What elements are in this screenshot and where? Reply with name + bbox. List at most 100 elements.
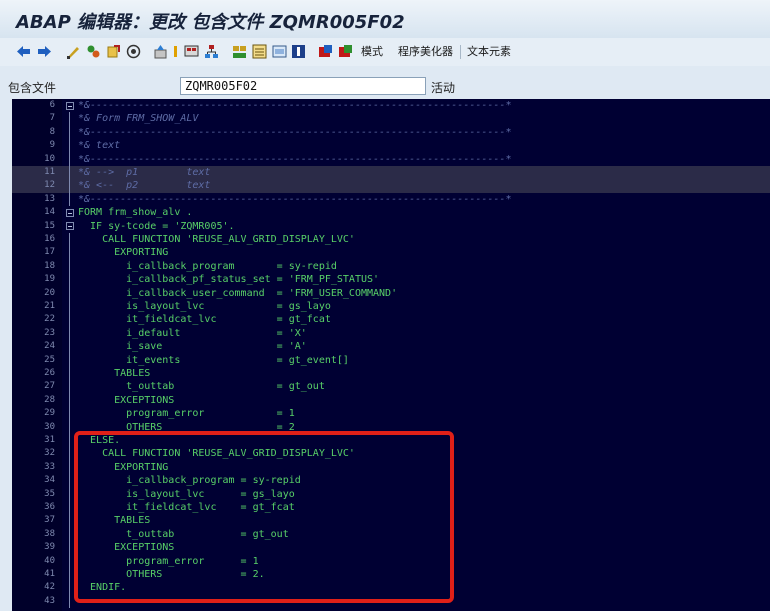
line-number: 41 [44, 569, 55, 579]
code-line: 20 i_callback_user_command = 'FRM_USER_C… [12, 287, 770, 300]
line-number: 16 [44, 234, 55, 244]
line-number: 10 [44, 153, 55, 164]
code-line: 23 i_default = 'X' [12, 327, 770, 340]
code-text: i_callback_program = sy-repid [78, 260, 337, 272]
code-line: 29 program_error = 1 [12, 407, 770, 420]
line-number: 36 [44, 502, 55, 512]
line-number: 24 [44, 341, 55, 352]
line-number: 12 [44, 180, 55, 191]
forward-arrow-icon[interactable] [37, 44, 52, 59]
line-number: 31 [44, 435, 55, 445]
line-number: 33 [44, 461, 55, 472]
include-field-row: 包含文件 ZQMR005F02 活动 [0, 66, 770, 98]
line-number: 18 [44, 260, 55, 271]
line-number: 38 [44, 528, 55, 539]
code-text: i_save = 'A' [78, 341, 307, 353]
line-number: 8 [49, 126, 55, 137]
code-line: 17 EXPORTING [12, 246, 770, 259]
line-number: 19 [44, 274, 55, 285]
back-arrow-icon[interactable] [16, 44, 31, 59]
code-line: 16 CALL FUNCTION 'REUSE_ALV_GRID_DISPLAY… [12, 233, 770, 246]
line-number: 26 [44, 368, 55, 378]
fold-toggle-icon[interactable] [66, 222, 74, 231]
line-number: 6 [49, 100, 55, 110]
code-line: 11 *& --> p1 text [12, 166, 770, 180]
line-number: 22 [44, 314, 55, 325]
code-line: 18 i_callback_program = sy-repid [12, 260, 770, 273]
highlight-box [74, 431, 454, 603]
fold-toggle-icon[interactable] [66, 101, 74, 110]
toggle-display-change-icon[interactable] [66, 44, 81, 59]
line-number: 30 [44, 421, 55, 432]
line-number: 17 [44, 247, 55, 258]
line-number: 25 [44, 354, 55, 365]
code-line: 28 EXCEPTIONS [12, 394, 770, 407]
code-line: 19 i_callback_pf_status_set = 'FRM_PF_ST… [12, 273, 770, 286]
fold-bracket [69, 112, 70, 207]
code-line: 9 *& text [12, 139, 770, 152]
line-number: 13 [44, 193, 55, 204]
other-object-icon[interactable] [86, 44, 101, 59]
line-number: 27 [44, 381, 55, 392]
pretty-printer-button[interactable]: 程序美化器 [398, 43, 453, 59]
code-text: i_callback_user_command = 'FRM_USER_COMM… [78, 287, 398, 299]
code-text: i_default = 'X' [78, 327, 307, 339]
activate-icon[interactable] [106, 44, 121, 59]
code-line: 24 i_save = 'A' [12, 340, 770, 353]
code-text: FORM frm_show_alv . [78, 207, 193, 219]
code-line: 12 *& <-- p2 text [12, 179, 770, 193]
hierarchy-icon[interactable] [204, 44, 219, 59]
code-text: *& <-- p2 text [78, 180, 211, 192]
fold-bracket [69, 233, 70, 609]
object-status: 活动 [431, 81, 456, 95]
include-field-label: 包含文件 [8, 81, 57, 95]
code-text: IF sy-tcode = 'ZQMR005'. [78, 220, 235, 232]
pretty-printer-icon[interactable] [272, 44, 287, 59]
application-toolbar: 模式 程序美化器 文本元素 [0, 38, 770, 67]
title-bar: ABAP 编辑器：更改 包含文件 ZQMR005F02 [0, 0, 770, 39]
code-text: TABLES [78, 368, 151, 379]
where-used-icon[interactable] [171, 44, 179, 59]
code-text: program_error = 1 [78, 408, 295, 420]
line-number: 43 [44, 595, 55, 606]
line-number: 9 [49, 140, 55, 151]
fold-toggle-icon[interactable] [66, 208, 74, 217]
line-number: 32 [44, 448, 55, 459]
code-line: 10 *&------------------------------------… [12, 153, 770, 166]
code-line: 13 *&------------------------------------… [12, 193, 770, 206]
breakpoint-icon[interactable] [318, 44, 333, 59]
line-number: 21 [44, 301, 55, 311]
pattern-icon[interactable] [252, 44, 267, 59]
line-number: 7 [49, 113, 55, 124]
navigation-window-icon[interactable] [232, 44, 247, 59]
code-text: *& text [78, 140, 121, 152]
code-text: i_callback_pf_status_set = 'FRM_PF_STATU… [78, 274, 380, 286]
code-text: EXCEPTIONS [78, 394, 175, 406]
test-icon[interactable] [153, 44, 168, 59]
code-text: it_events = gt_event[] [78, 354, 349, 366]
window-title: ABAP 编辑器：更改 包含文件 ZQMR005F02 [16, 12, 405, 33]
line-number: 29 [44, 408, 55, 419]
line-number: 42 [44, 582, 55, 593]
mode-button[interactable]: 模式 [361, 43, 383, 59]
line-number: 35 [44, 488, 55, 499]
code-text: EXPORTING [78, 247, 169, 259]
line-number: 20 [44, 287, 55, 298]
check-icon[interactable] [126, 44, 141, 59]
code-line: 25 it_events = gt_event[] [12, 354, 770, 367]
line-number: 23 [44, 327, 55, 338]
code-line: 27 t_outtab = gt_out [12, 380, 770, 393]
help-icon[interactable] [291, 44, 306, 59]
code-line: 21 is_layout_lvc = gs_layo [12, 300, 770, 313]
code-line: 8 *&-------------------------------------… [12, 126, 770, 139]
session-breakpoint-icon[interactable] [338, 44, 353, 59]
code-line: 26 TABLES [12, 367, 770, 380]
display-object-list-icon[interactable] [184, 44, 199, 59]
code-text: *&--------------------------------------… [78, 100, 512, 111]
text-elements-button[interactable]: 文本元素 [467, 43, 511, 59]
code-text: *& --> p1 text [78, 167, 211, 178]
include-name-field[interactable]: ZQMR005F02 [180, 77, 426, 95]
code-text: *&--------------------------------------… [78, 126, 512, 138]
code-line: 14 FORM frm_show_alv . [12, 206, 770, 219]
line-number: 28 [44, 394, 55, 405]
